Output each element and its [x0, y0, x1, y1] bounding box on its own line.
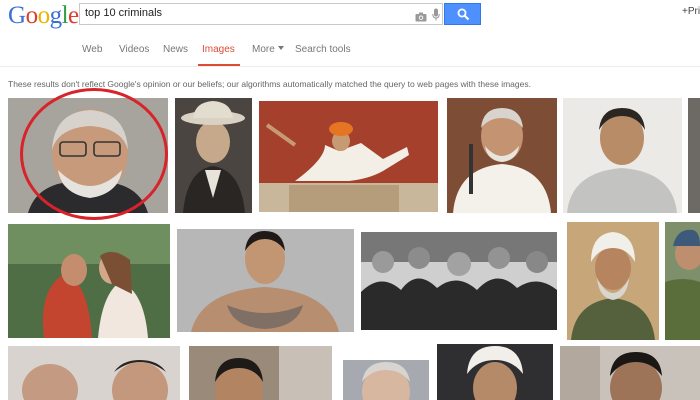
top-bar: Google +Pri — [0, 0, 700, 34]
image-result-4[interactable] — [447, 98, 557, 213]
caret-down-icon — [277, 46, 284, 50]
image-result-7[interactable] — [177, 229, 354, 332]
portrait-thumbnail — [447, 98, 557, 213]
image-result-3[interactable] — [259, 101, 438, 212]
results-disclaimer: These results don't reflect Google's opi… — [8, 79, 531, 89]
image-result-12[interactable] — [189, 346, 332, 400]
portrait-thumbnail — [175, 98, 252, 213]
search-icon — [457, 8, 470, 21]
photo-thumbnail — [8, 224, 170, 338]
plus-profile-link[interactable]: +Pri — [682, 6, 700, 17]
image-result-partial[interactable] — [688, 98, 700, 213]
portrait-thumbnail — [343, 360, 429, 400]
image-result-5[interactable] — [563, 98, 682, 213]
image-result-6[interactable] — [8, 224, 170, 338]
tab-images[interactable]: Images — [202, 44, 235, 55]
portrait-thumbnail — [567, 222, 659, 340]
header-divider — [0, 66, 700, 67]
crowd-thumbnail — [361, 232, 557, 330]
tab-more-label: More — [252, 44, 275, 55]
tab-news[interactable]: News — [163, 44, 188, 55]
image-result-11[interactable] — [8, 346, 180, 400]
portrait-thumbnail — [8, 98, 168, 213]
google-logo[interactable]: Google — [8, 2, 79, 30]
image-result-13[interactable] — [343, 360, 429, 400]
portrait-thumbnail — [177, 229, 354, 332]
microphone-icon[interactable] — [432, 8, 440, 21]
image-result-2[interactable] — [175, 98, 252, 213]
portrait-thumbnail — [560, 346, 700, 400]
portrait-thumbnail — [665, 222, 700, 340]
search-tabs: Web Videos News Images More Search tools — [0, 36, 700, 66]
portrait-thumbnail — [563, 98, 682, 213]
tab-search-tools[interactable]: Search tools — [295, 44, 351, 55]
search-button[interactable] — [444, 3, 481, 25]
portrait-thumbnail — [437, 344, 553, 400]
image-result-10[interactable] — [665, 222, 700, 340]
camera-icon[interactable] — [415, 9, 427, 22]
image-result-14[interactable] — [437, 344, 553, 400]
rally-thumbnail — [259, 101, 438, 212]
search-input[interactable] — [85, 7, 385, 19]
photo-thumbnail — [8, 346, 180, 400]
image-result-8[interactable] — [361, 232, 557, 330]
tab-videos[interactable]: Videos — [119, 44, 149, 55]
image-result-15[interactable] — [560, 346, 700, 400]
tab-web[interactable]: Web — [82, 44, 102, 55]
image-result-9[interactable] — [567, 222, 659, 340]
tab-more[interactable]: More — [252, 44, 284, 55]
photo-thumbnail — [189, 346, 332, 400]
image-result-1[interactable] — [8, 98, 168, 213]
search-box[interactable] — [79, 3, 443, 25]
